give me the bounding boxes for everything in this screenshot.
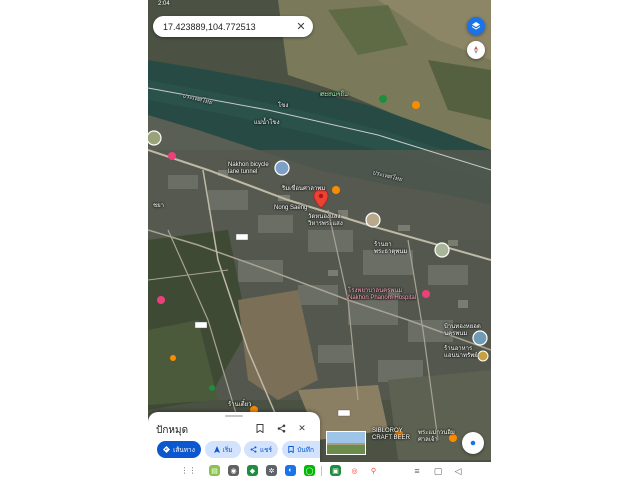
share-chip-icon	[250, 446, 257, 453]
close-icon[interactable]: ✕	[295, 20, 307, 33]
directions-icon	[163, 446, 171, 453]
map-label-river-small-2: แม่น้ำโขง	[254, 120, 280, 126]
directions-label: เส้นทาง	[173, 446, 195, 454]
share-icon[interactable]	[274, 421, 288, 435]
street-view-thumbnail[interactable]	[326, 431, 366, 455]
close-sheet-icon[interactable]: ✕	[295, 421, 309, 435]
share-label: แชร์	[259, 446, 273, 454]
app-chrome-icon[interactable]: ◎	[349, 465, 360, 476]
map-label-noodle-shop[interactable]: ร้านเตี๋ยว	[228, 402, 252, 409]
save-label: บันทึก	[297, 446, 314, 454]
compass-button[interactable]	[467, 41, 485, 59]
app-settings-icon[interactable]: ✲	[266, 465, 277, 476]
place-title: ปักหมุด	[156, 425, 189, 436]
start-label: เริ่ม	[222, 446, 233, 454]
map-label-shop-right-2[interactable]: ร้านอาหาร แอนนาทรัพย์	[444, 346, 478, 360]
app-weather-icon[interactable]: ◐	[285, 465, 296, 476]
map-label-shop-1[interactable]: ร้านยา พระธาตุพนม	[374, 242, 407, 256]
place-bottom-sheet[interactable]: ปักหมุด ✕ เส้นทาง เริ่ม แชร์ บันทึก	[148, 412, 320, 462]
search-box[interactable]: 17.423889,104.772513 ✕	[153, 16, 313, 37]
map-label-road-left: ชยา	[153, 203, 164, 209]
status-time: 2:04	[158, 1, 170, 7]
directions-button[interactable]: เส้นทาง	[157, 441, 201, 458]
search-query[interactable]: 17.423889,104.772513	[163, 22, 295, 32]
map-label-bicycle-tunnel[interactable]: Nakhon bicycle lane tunnel	[228, 162, 269, 176]
drag-handle[interactable]	[225, 415, 243, 417]
share-button[interactable]: แชร์	[244, 441, 278, 458]
map-label-craft-beer[interactable]: SIBLOROY CRAFT BEER	[372, 428, 410, 442]
map-label-shop-right-1[interactable]: บ้านทองหยอด นครพนม	[444, 324, 481, 338]
app-gallery-icon[interactable]: ▤	[209, 465, 220, 476]
phone-screen: ประเทศไทย โขง แม่น้ำโขง ประเทศไทย ສະຫມາຄ…	[148, 0, 491, 480]
map-label-nong-saeng[interactable]: Nong Saeng	[274, 205, 307, 212]
system-nav-bar: ⋮⋮ ▤ ◉ ◆ ✲ ◐ ◯ ▣ ◎ ⚲ ≡ ▢ ◁	[148, 462, 491, 480]
layers-icon	[471, 22, 481, 30]
app-maps-icon[interactable]: ⚲	[368, 465, 379, 476]
start-button[interactable]: เริ่ม	[205, 441, 241, 458]
map-label-shrine[interactable]: พระแม่กวนอิม ศาลเจ้า	[418, 430, 455, 444]
save-bookmark-icon[interactable]	[253, 421, 267, 435]
satellite-map[interactable]	[148, 0, 491, 480]
home-icon[interactable]: ▢	[432, 465, 444, 477]
navigation-arrow-icon	[213, 446, 220, 453]
map-label-hospital[interactable]: โรงพยาบาลนครพนม Nakhon Phanom Hospital	[348, 288, 416, 302]
app-green-icon[interactable]: ▣	[330, 465, 341, 476]
map-label-temple[interactable]: วัดหนองแสง วิหารพระแสง	[308, 214, 343, 228]
app-security-icon[interactable]: ◆	[247, 465, 258, 476]
save-button[interactable]: บันทึก	[282, 441, 320, 458]
layers-button[interactable]	[467, 17, 485, 35]
status-bar: 2:04	[148, 0, 491, 9]
app-line-icon[interactable]: ◯	[304, 465, 315, 476]
map-label-river-small-1: โขง	[278, 103, 289, 109]
recent-apps-icon[interactable]: ≡	[411, 465, 423, 477]
map-label-pin-title[interactable]: ริมเขื่อนศาลาพม	[282, 186, 325, 193]
dock-divider	[321, 466, 322, 476]
app-camera-icon[interactable]: ◉	[228, 465, 239, 476]
my-location-icon	[470, 440, 476, 446]
map-label-laos-poi[interactable]: ສະຫມາຄົມ	[320, 92, 349, 99]
bookmark-icon	[288, 446, 294, 453]
my-location-button[interactable]	[462, 432, 484, 454]
back-icon[interactable]: ◁	[452, 465, 464, 477]
compass-icon	[474, 46, 478, 54]
app-grid-icon[interactable]: ⋮⋮	[181, 465, 197, 476]
